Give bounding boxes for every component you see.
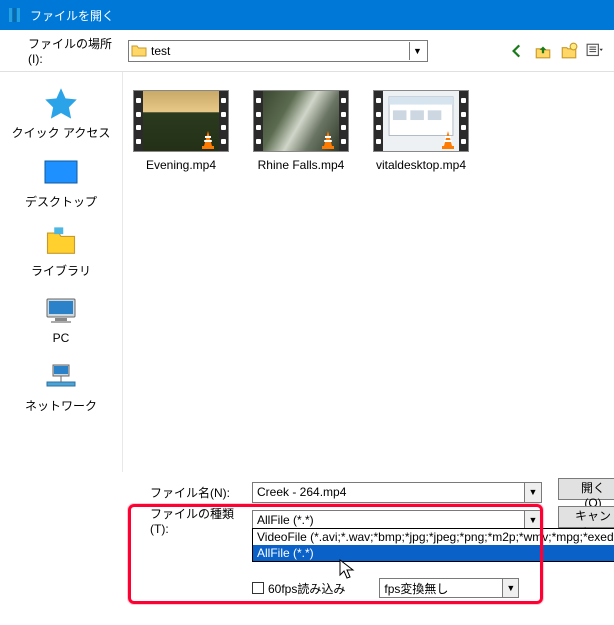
file-list[interactable]: Evening.mp4 Rhine Falls.mp4 [122, 72, 614, 472]
location-toolbar: ファイルの場所(I): test ▼ [0, 30, 614, 72]
back-icon[interactable] [508, 42, 526, 60]
filetype-option[interactable]: AllFile (*.*) [253, 545, 614, 561]
file-thumbnail [253, 90, 349, 152]
filetype-label: ファイルの種類(T): [150, 505, 242, 536]
file-thumbnail [373, 90, 469, 152]
folder-icon [131, 43, 147, 59]
file-thumbnail [133, 90, 229, 152]
fps-convert-combo[interactable]: fps変換無し ▼ [379, 578, 519, 598]
network-icon [43, 361, 79, 393]
place-quick-access[interactable]: クイック アクセス [12, 88, 111, 141]
place-libraries[interactable]: ライブラリ [31, 226, 91, 279]
title-bar: ファイルを開く [0, 0, 614, 30]
chevron-down-icon[interactable]: ▼ [502, 579, 518, 597]
app-icon [6, 7, 22, 23]
view-menu-icon[interactable] [586, 42, 604, 60]
window-title: ファイルを開く [30, 7, 114, 24]
cancel-button[interactable]: キャンセル [558, 506, 614, 528]
file-item[interactable]: vitaldesktop.mp4 [373, 90, 469, 172]
file-item[interactable]: Rhine Falls.mp4 [253, 90, 349, 172]
place-pc[interactable]: PC [43, 295, 79, 345]
filename-label: ファイル名(N): [150, 484, 242, 501]
file-name: Evening.mp4 [146, 158, 216, 172]
chevron-down-icon[interactable]: ▼ [524, 483, 541, 502]
up-folder-icon[interactable] [534, 42, 552, 60]
vlc-cone-icon [438, 130, 458, 150]
filename-value: Creek - 264.mp4 [253, 485, 524, 499]
place-network[interactable]: ネットワーク [25, 361, 97, 414]
fps60-checkbox[interactable]: 60fps読み込み [252, 580, 345, 597]
file-item[interactable]: Evening.mp4 [133, 90, 229, 172]
location-value: test [151, 44, 405, 58]
file-name: vitaldesktop.mp4 [376, 158, 466, 172]
pc-icon [43, 295, 79, 327]
chevron-down-icon[interactable]: ▼ [524, 511, 541, 530]
filetype-value: AllFile (*.*) [253, 513, 524, 527]
place-desktop[interactable]: デスクトップ [25, 157, 97, 210]
desktop-icon [43, 157, 79, 189]
star-icon [43, 88, 79, 120]
chevron-down-icon[interactable]: ▼ [409, 42, 425, 60]
location-label: ファイルの場所(I): [28, 35, 118, 66]
location-combo[interactable]: test ▼ [128, 40, 428, 62]
open-button[interactable]: 開く(O) [558, 478, 614, 500]
places-bar: クイック アクセス デスクトップ ライブラリ PC ネットワーク [0, 72, 122, 472]
filetype-option[interactable]: VideoFile (*.avi;*.wav;*bmp;*jpg;*jpeg;*… [253, 529, 614, 545]
bottom-panel: ファイル名(N): Creek - 264.mp4 ▼ ファイルの種類(T): … [0, 472, 614, 604]
vlc-cone-icon [198, 130, 218, 150]
filename-combo[interactable]: Creek - 264.mp4 ▼ [252, 482, 542, 503]
new-folder-icon[interactable] [560, 42, 578, 60]
vlc-cone-icon [318, 130, 338, 150]
libraries-icon [43, 226, 79, 258]
file-name: Rhine Falls.mp4 [258, 158, 345, 172]
filetype-dropdown-list[interactable]: VideoFile (*.avi;*.wav;*bmp;*jpg;*jpeg;*… [252, 528, 614, 562]
file-open-dialog: ファイルを開く ファイルの場所(I): test ▼ クイック アクセス [0, 0, 614, 625]
